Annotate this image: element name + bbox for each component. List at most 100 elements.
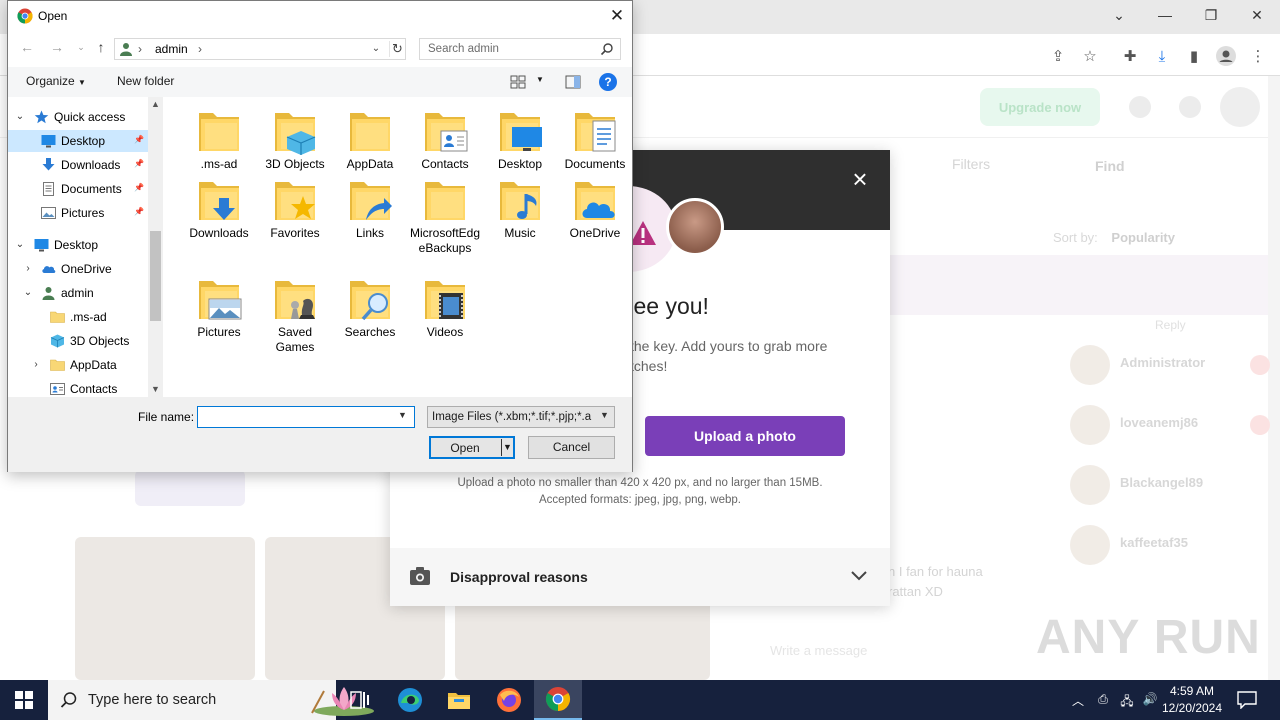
tab-search-chevron-icon[interactable]: ⌄ <box>1096 0 1142 30</box>
refresh-icon[interactable]: ↻ <box>389 41 405 57</box>
file-explorer-icon[interactable] <box>435 680 483 720</box>
file-item[interactable]: Music <box>482 176 558 241</box>
task-view-icon[interactable] <box>336 680 384 720</box>
network-icon[interactable]: 🖧 <box>1119 692 1135 708</box>
file-item[interactable]: OneDrive <box>557 176 633 241</box>
scroll-thumb[interactable] <box>150 231 161 321</box>
profile-avatar-icon[interactable] <box>1214 44 1238 68</box>
forward-arrow-icon[interactable]: → <box>48 39 66 57</box>
recent-locations-icon[interactable]: ⌄ <box>72 42 90 60</box>
header-avatar[interactable] <box>1220 87 1260 127</box>
file-item[interactable]: Links <box>332 176 408 241</box>
expand-chevron-icon[interactable]: › <box>30 358 42 372</box>
upgrade-button[interactable]: Upgrade now <box>980 88 1100 126</box>
filters-button[interactable]: Filters <box>922 156 990 172</box>
chat-row[interactable]: Administrator <box>1070 345 1270 385</box>
taskbar-clock[interactable]: 4:59 AM 12/20/2024 <box>1160 683 1224 717</box>
upload-photo-button[interactable]: Upload a photo <box>645 416 845 456</box>
file-item[interactable]: .ms-ad <box>181 107 257 172</box>
open-button[interactable]: Open ▼ <box>429 436 515 459</box>
taskbar-search-box[interactable]: Type here to search <box>48 680 374 720</box>
collapse-chevron-icon[interactable]: ⌄ <box>22 286 34 300</box>
chevron-down-icon[interactable] <box>850 566 868 584</box>
nav-tree-item[interactable]: ⌄ admin <box>8 282 148 304</box>
modal-close-icon[interactable]: × <box>848 166 872 192</box>
open-split-dropdown-icon[interactable]: ▼ <box>501 439 513 456</box>
network-adapter-icon[interactable]: ⎙ <box>1095 692 1111 708</box>
preview-pane-icon[interactable] <box>565 74 581 90</box>
chat-row[interactable]: Blackangel89 <box>1070 465 1270 505</box>
collapse-chevron-icon[interactable]: ⌄ <box>14 110 26 124</box>
chat-row[interactable]: kaffeetaf35 <box>1070 525 1270 565</box>
bookmark-star-icon[interactable]: ☆ <box>1078 44 1102 68</box>
notification-center-icon[interactable] <box>1237 691 1257 709</box>
file-item[interactable]: Downloads <box>181 176 257 241</box>
cancel-button[interactable]: Cancel <box>528 436 615 459</box>
volume-icon[interactable]: 🔊 <box>1142 692 1158 708</box>
photo-tile[interactable] <box>75 537 255 680</box>
file-item[interactable]: 3D Objects <box>257 107 333 172</box>
scroll-up-icon[interactable]: ▲ <box>148 97 163 112</box>
extensions-icon[interactable]: ✚ <box>1118 44 1142 68</box>
file-item[interactable]: AppData <box>332 107 408 172</box>
file-item[interactable]: Favorites <box>257 176 333 241</box>
back-arrow-icon[interactable]: ← <box>18 39 36 57</box>
chat-row[interactable]: loveanemj86 <box>1070 405 1270 445</box>
nav-tree-item[interactable]: Documents 📌 <box>8 178 148 200</box>
scroll-down-icon[interactable]: ▼ <box>148 382 163 397</box>
chevron-down-icon[interactable]: ⌄ <box>369 41 383 57</box>
nav-tree-item[interactable]: .ms-ad <box>8 306 148 328</box>
address-bar[interactable]: › admin › ⌄ ↻ <box>114 38 406 60</box>
restore-button[interactable]: ❐ <box>1188 0 1234 30</box>
send-button[interactable] <box>135 470 245 506</box>
collapse-chevron-icon[interactable]: ⌄ <box>14 238 26 252</box>
view-options-icon[interactable] <box>510 74 526 90</box>
close-window-button[interactable]: ✕ <box>1234 0 1280 30</box>
nav-tree-item[interactable]: 3D Objects <box>8 330 148 352</box>
firefox-icon[interactable] <box>485 680 533 720</box>
nav-tree-item[interactable]: Contacts <box>8 378 148 397</box>
chat-icon[interactable] <box>1129 96 1151 118</box>
file-item[interactable]: Documents <box>557 107 633 172</box>
minimize-button[interactable]: — <box>1142 0 1188 30</box>
download-icon[interactable]: ⤓ <box>1150 44 1174 68</box>
file-item[interactable]: Saved Games <box>257 275 333 355</box>
breadcrumb-admin[interactable]: admin <box>155 42 188 56</box>
chevron-down-icon[interactable]: ▼ <box>600 410 609 420</box>
file-item[interactable]: Videos <box>407 275 483 340</box>
file-item[interactable]: Contacts <box>407 107 483 172</box>
dialog-close-icon[interactable]: ✕ <box>606 6 628 26</box>
file-item[interactable]: Desktop <box>482 107 558 172</box>
start-button[interactable] <box>0 680 48 720</box>
nav-tree-item[interactable]: › AppData <box>8 354 148 376</box>
bell-icon[interactable] <box>1179 96 1201 118</box>
navigation-scrollbar[interactable]: ▲ ▼ <box>148 97 163 397</box>
file-item[interactable]: Searches <box>332 275 408 340</box>
nav-tree-item[interactable]: Pictures 📌 <box>8 202 148 224</box>
nav-tree-item[interactable]: ⌄ Quick access <box>8 106 148 128</box>
chevron-down-icon[interactable]: ▼ <box>398 410 407 420</box>
file-name-input[interactable]: ▼ <box>197 406 415 428</box>
sort-by[interactable]: Sort by: Popularity <box>1053 230 1175 245</box>
chrome-taskbar-icon[interactable] <box>534 680 582 720</box>
file-type-select[interactable]: Image Files (*.xbm;*.tif;*.pjp;*.a ▼ <box>427 406 615 428</box>
search-input[interactable]: Search admin <box>419 38 621 60</box>
show-hidden-icons-chevron-icon[interactable]: ︿ <box>1070 692 1086 708</box>
file-item[interactable]: Pictures <box>181 275 257 340</box>
up-arrow-icon[interactable]: ↑ <box>92 39 110 57</box>
chrome-menu-icon[interactable]: ⋮ <box>1246 44 1270 68</box>
nav-tree-item[interactable]: › OneDrive <box>8 258 148 280</box>
disapproval-reasons-row[interactable]: Disapproval reasons <box>390 548 890 606</box>
nav-tree-item[interactable]: Desktop 📌 <box>8 130 148 152</box>
nav-tree-item[interactable]: Downloads 📌 <box>8 154 148 176</box>
view-chevron-icon[interactable]: ▼ <box>536 75 544 84</box>
message-input[interactable]: Write a message <box>725 632 1065 672</box>
expand-chevron-icon[interactable]: › <box>22 262 34 276</box>
organize-button[interactable]: Organize ▼ <box>26 74 86 88</box>
side-panel-icon[interactable]: ▮ <box>1182 44 1206 68</box>
edge-icon[interactable] <box>386 680 434 720</box>
share-icon[interactable]: ⇪ <box>1046 44 1070 68</box>
file-item[interactable]: MicrosoftEdgeBackups <box>407 176 483 256</box>
help-icon[interactable]: ? <box>599 73 617 91</box>
nav-tree-item[interactable]: ⌄ Desktop <box>8 234 148 256</box>
